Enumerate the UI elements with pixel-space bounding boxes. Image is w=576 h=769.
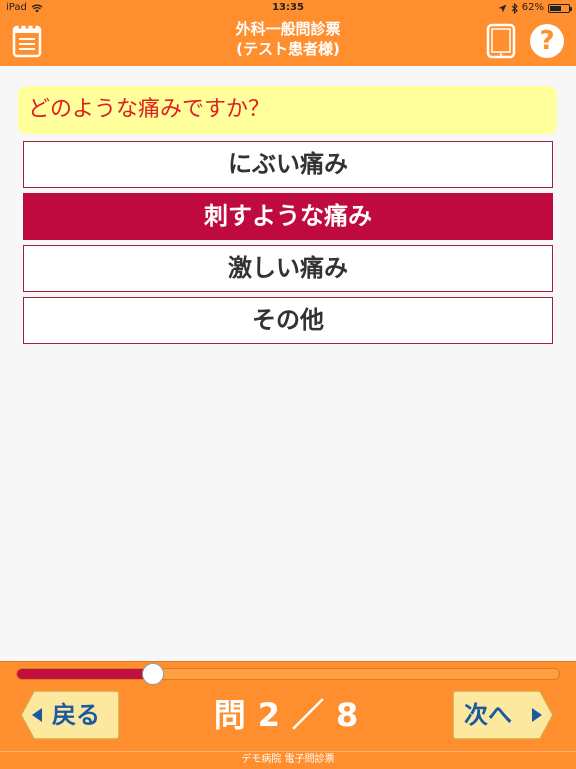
back-button[interactable]: 戻る xyxy=(20,689,120,741)
notepad-menu-button[interactable] xyxy=(12,24,42,58)
option-other[interactable]: その他 xyxy=(23,297,553,344)
notepad-icon xyxy=(12,25,42,58)
bottom-bar: 戻る 問 2 ／ 8 次へ xyxy=(0,661,576,752)
question-box: どのような痛みですか？ xyxy=(18,86,557,134)
page-title: 外科一般問診票 (テスト患者様) xyxy=(120,19,456,59)
page-title-line1: 外科一般問診票 xyxy=(235,20,341,38)
page-title-line2: (テスト患者様) xyxy=(236,40,340,58)
status-time: 13:35 xyxy=(272,2,304,13)
footer: デモ病院 電子問診票 xyxy=(0,751,576,769)
progress-slider-thumb[interactable] xyxy=(141,663,164,685)
bluetooth-icon xyxy=(511,2,518,14)
option-stabbing-pain[interactable]: 刺すような痛み xyxy=(23,193,553,240)
help-button[interactable]: ? xyxy=(530,24,564,58)
option-dull-pain[interactable]: にぶい痛み xyxy=(23,141,553,188)
status-right: 62% xyxy=(498,0,572,16)
footer-text: デモ病院 電子問診票 xyxy=(241,754,335,765)
progress-fill xyxy=(17,669,153,679)
page-prefix: 問 xyxy=(213,696,250,734)
page-indicator: 問 2 ／ 8 xyxy=(170,695,406,735)
battery-icon xyxy=(548,3,572,13)
page-separator: ／ xyxy=(292,696,329,734)
status-bar: iPad 13:35 62% xyxy=(0,0,576,16)
tablet-icon xyxy=(486,23,516,59)
battery-fill xyxy=(550,5,562,11)
answer-options: にぶい痛み 刺すような痛み 激しい痛み その他 xyxy=(23,141,553,349)
location-icon xyxy=(498,4,507,13)
tablet-button[interactable] xyxy=(486,23,516,59)
battery-percent: 62% xyxy=(521,2,544,13)
current-page: 2 xyxy=(257,696,284,734)
app-header: 外科一般問診票 (テスト患者様) ? xyxy=(0,16,576,66)
help-icon: ? xyxy=(539,26,555,56)
progress-slider[interactable] xyxy=(16,663,560,685)
total-pages: 8 xyxy=(336,696,363,734)
back-button-label: 戻る xyxy=(52,701,100,729)
next-button[interactable]: 次へ xyxy=(452,689,554,741)
next-button-label: 次へ xyxy=(464,701,512,729)
question-text: どのような痛みですか？ xyxy=(28,97,271,122)
option-severe-pain[interactable]: 激しい痛み xyxy=(23,245,553,292)
